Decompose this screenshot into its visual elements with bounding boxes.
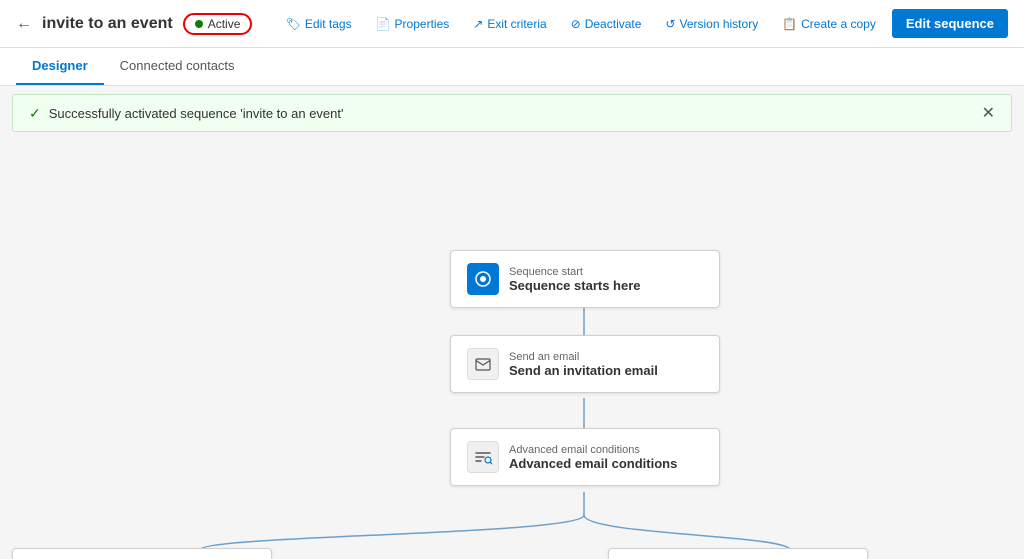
exit-criteria-button[interactable]: ↗ Exit criteria — [465, 13, 554, 35]
create-copy-button[interactable]: 📋 Create a copy — [774, 13, 884, 35]
success-banner: ✓ Successfully activated sequence 'invit… — [12, 94, 1012, 132]
exit-icon: ↗ — [473, 17, 483, 31]
send-invitation-node[interactable]: Send an email Send an invitation email — [450, 335, 720, 393]
version-history-button[interactable]: ↺ Version history — [657, 13, 766, 35]
sequence-start-content: Sequence start Sequence starts here — [509, 266, 641, 293]
deactivate-button[interactable]: ⊘ Deactivate — [563, 13, 650, 35]
back-button[interactable]: ← — [16, 15, 32, 33]
conditions-icon-1 — [467, 441, 499, 473]
email-icon-1 — [467, 348, 499, 380]
sequence-start-node[interactable]: Sequence start Sequence starts here — [450, 250, 720, 308]
tab-connected-contacts[interactable]: Connected contacts — [104, 48, 251, 85]
advanced-conditions-1-content: Advanced email conditions Advanced email… — [509, 444, 677, 471]
flow-canvas: Sequence start Sequence starts here Send… — [0, 140, 1024, 559]
edit-tags-button[interactable]: 🏷 Edit tags — [278, 13, 360, 35]
flow-container: Sequence start Sequence starts here Send… — [0, 140, 1024, 559]
properties-button[interactable]: 📄 Properties — [368, 13, 458, 35]
send-invitation-content: Send an email Send an invitation email — [509, 351, 658, 378]
deactivate-icon: ⊘ — [571, 17, 581, 31]
tab-designer[interactable]: Designer — [16, 48, 104, 85]
advanced-conditions-1-node[interactable]: Advanced email conditions Advanced email… — [450, 428, 720, 486]
sequence-start-icon — [467, 263, 499, 295]
header-left: ← invite to an event Active — [16, 13, 252, 35]
header-actions: 🏷 Edit tags 📄 Properties ↗ Exit criteria… — [278, 9, 1008, 38]
copy-icon: 📋 — [782, 17, 797, 31]
send-confirmation-node[interactable]: Send an email Send a confirmation email — [12, 548, 272, 559]
app-header: ← invite to an event Active 🏷 Edit tags … — [0, 0, 1024, 48]
history-icon: ↺ — [665, 17, 675, 31]
status-dot — [195, 20, 203, 28]
page-title: invite to an event — [42, 15, 173, 33]
status-badge: Active — [183, 13, 253, 35]
status-label: Active — [208, 17, 241, 31]
edit-sequence-button[interactable]: Edit sequence — [892, 9, 1008, 38]
tag-icon: 🏷 — [286, 17, 301, 31]
tabs-bar: Designer Connected contacts — [0, 48, 1024, 86]
success-message: Successfully activated sequence 'invite … — [49, 106, 974, 121]
follow-up-node[interactable]: Send an email Follow up email for the ev… — [608, 548, 868, 559]
properties-icon: 📄 — [376, 17, 391, 31]
success-icon: ✓ — [29, 105, 41, 122]
close-banner-button[interactable]: ✕ — [982, 103, 995, 123]
